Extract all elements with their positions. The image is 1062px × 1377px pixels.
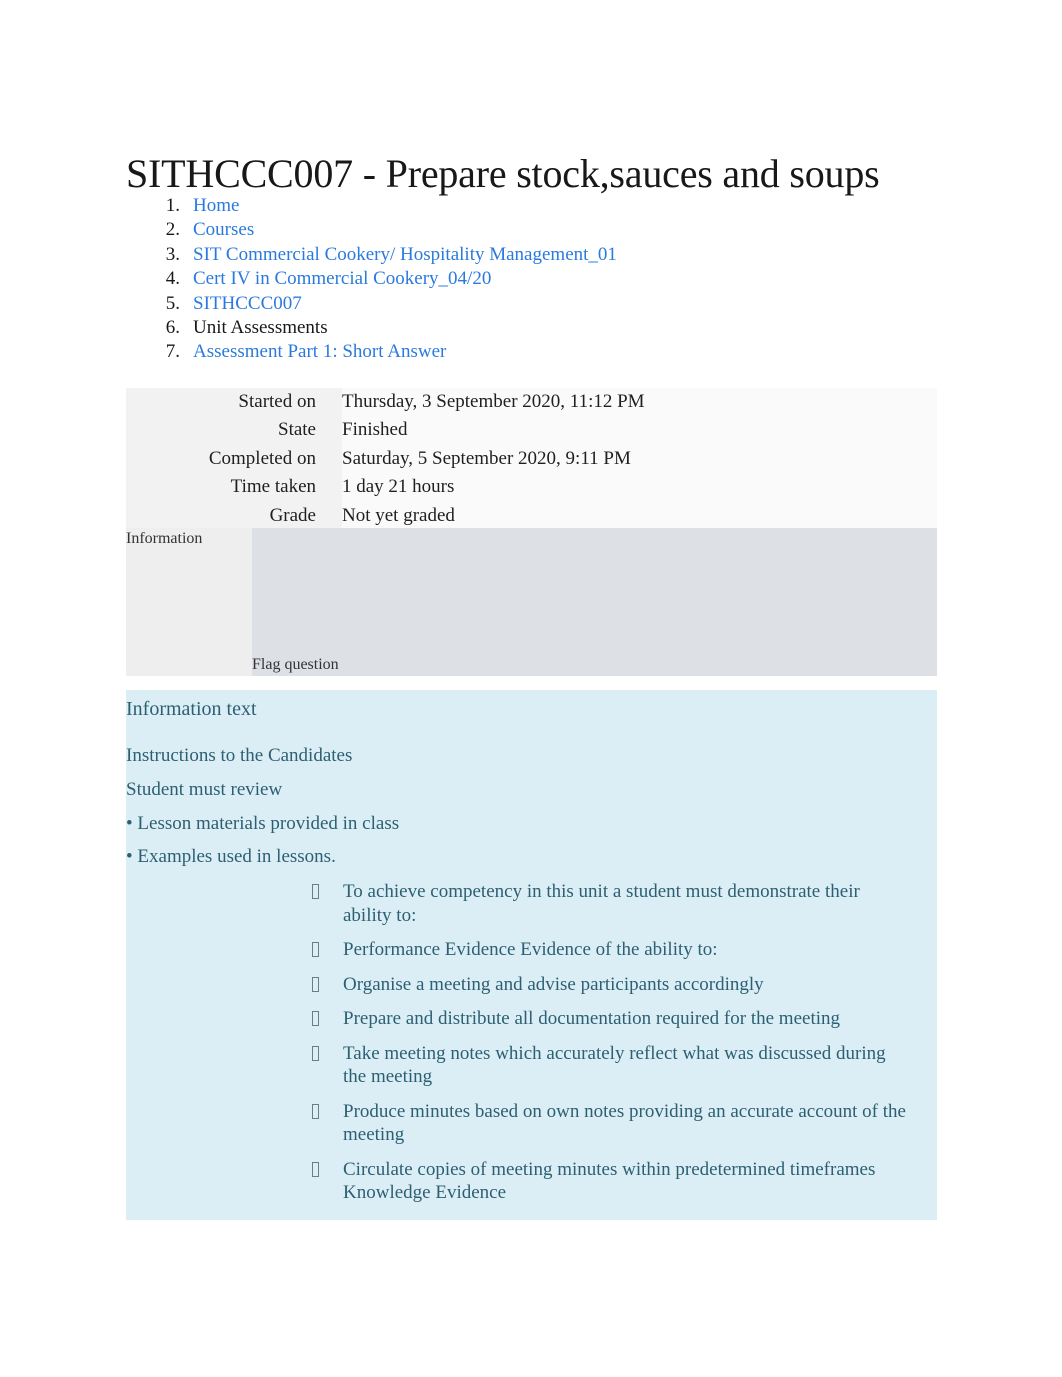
breadcrumb-link[interactable]: SITHCCC007: [193, 293, 302, 314]
summary-label: Completed on: [126, 444, 342, 474]
breadcrumb-link[interactable]: Assessment Part 1: Short Answer: [193, 341, 446, 362]
attempt-summary-table: Started on Thursday, 3 September 2020, 11…: [126, 388, 937, 531]
flag-question-button[interactable]: Flag question: [252, 654, 339, 676]
summary-value: Not yet graded: [342, 501, 937, 531]
list-item-label: Produce minutes based on own notes provi…: [343, 1100, 906, 1146]
breadcrumb-item-number: 2.: [165, 219, 180, 241]
summary-label: Time taken: [126, 473, 342, 502]
breadcrumb-item: 6. Unit Assessments: [126, 316, 946, 340]
list-item: Organise a meeting and advise participan…: [312, 973, 912, 997]
question-info-body: [252, 528, 937, 676]
summary-value: 1 day 21 hours: [342, 473, 937, 502]
information-text-heading: Information text: [126, 698, 257, 720]
summary-value: Finished: [342, 416, 937, 445]
table-row: State Finished: [126, 416, 937, 445]
list-item-label: Performance Evidence Evidence of the abi…: [343, 939, 718, 960]
missing-glyph-bullet-icon: [312, 976, 319, 992]
breadcrumb-item[interactable]: 1. Home: [126, 194, 946, 218]
list-item-label: To achieve competency in this unit a stu…: [343, 881, 860, 926]
student-must-review-text: Student must review: [126, 779, 283, 800]
summary-label: Grade: [126, 501, 342, 531]
breadcrumb-label: Unit Assessments: [193, 316, 328, 338]
question-type-label: Information: [126, 530, 203, 547]
question-info-block: Information Flag question: [126, 528, 937, 676]
breadcrumb-item-number: 1.: [165, 195, 180, 216]
breadcrumb-item[interactable]: 3. SIT Commercial Cookery/ Hospitality Ma…: [126, 243, 946, 267]
breadcrumb-item-number: 6.: [165, 316, 180, 338]
breadcrumb: 1. Home 2. Courses 3. SIT Commercial Cookery/…: [126, 194, 946, 365]
breadcrumb-item[interactable]: 7. Assessment Part 1: Short Answer: [126, 340, 946, 364]
missing-glyph-bullet-icon: [312, 1045, 319, 1061]
summary-value: Thursday, 3 September 2020, 11:12 PM: [342, 388, 937, 417]
list-item: Performance Evidence Evidence of the abi…: [312, 938, 912, 962]
missing-glyph-bullet-icon: [312, 884, 319, 899]
breadcrumb-item[interactable]: 4. Cert IV in Commercial Cookery_04/20: [126, 267, 946, 291]
list-item-label: Circulate copies of meeting minutes with…: [343, 1158, 876, 1204]
breadcrumb-link[interactable]: Cert IV in Commercial Cookery_04/20: [193, 268, 491, 289]
table-row: Grade Not yet graded: [126, 501, 937, 531]
breadcrumb-link[interactable]: Courses: [193, 219, 254, 240]
breadcrumb-link[interactable]: SIT Commercial Cookery/ Hospitality Mana…: [193, 244, 617, 265]
breadcrumb-item[interactable]: 2. Courses: [126, 218, 946, 242]
list-item-label: Organise a meeting and advise participan…: [343, 973, 764, 995]
table-row: Completed on Saturday, 5 September 2020, …: [126, 444, 937, 474]
list-item: Prepare and distribute all documentation…: [312, 1007, 912, 1031]
information-text-panel: Information text Instructions to the Can…: [126, 690, 937, 1220]
breadcrumb-item-number: 7.: [165, 341, 180, 363]
table-row: Time taken 1 day 21 hours: [126, 473, 937, 502]
breadcrumb-item-number: 4.: [165, 268, 180, 290]
missing-glyph-bullet-icon: [312, 1161, 319, 1177]
page-title: SITHCCC007 - Prepare stock,sauces and so…: [126, 150, 880, 196]
missing-glyph-bullet-icon: [312, 1011, 319, 1026]
list-item: Circulate copies of meeting minutes with…: [312, 1158, 912, 1205]
breadcrumb-item-number: 5.: [165, 292, 180, 314]
breadcrumb-item[interactable]: 5. SITHCCC007: [126, 292, 946, 316]
summary-label: State: [126, 416, 342, 445]
list-item-label: Prepare and distribute all documentation…: [343, 1008, 840, 1029]
table-row: Started on Thursday, 3 September 2020, 11…: [126, 388, 937, 417]
summary-label: Started on: [126, 388, 342, 417]
list-item: To achieve competency in this unit a stu…: [312, 880, 912, 927]
list-item: Produce minutes based on own notes provi…: [312, 1100, 912, 1147]
missing-glyph-bullet-icon: [312, 942, 319, 957]
breadcrumb-item-number: 3.: [165, 243, 180, 265]
evidence-list: To achieve competency in this unit a stu…: [312, 880, 912, 1216]
instructions-heading: Instructions to the Candidates: [126, 745, 353, 766]
list-item-label: Take meeting notes which accurately refl…: [343, 1042, 886, 1088]
review-bullet-lesson-materials: • Lesson materials provided in class: [126, 813, 400, 834]
question-info-left-column: [126, 528, 252, 676]
list-item: Take meeting notes which accurately refl…: [312, 1042, 912, 1089]
missing-glyph-bullet-icon: [312, 1103, 319, 1119]
summary-value: Saturday, 5 September 2020, 9:11 PM: [342, 444, 937, 474]
breadcrumb-link[interactable]: Home: [193, 195, 239, 216]
review-bullet-examples: • Examples used in lessons.: [126, 846, 336, 867]
